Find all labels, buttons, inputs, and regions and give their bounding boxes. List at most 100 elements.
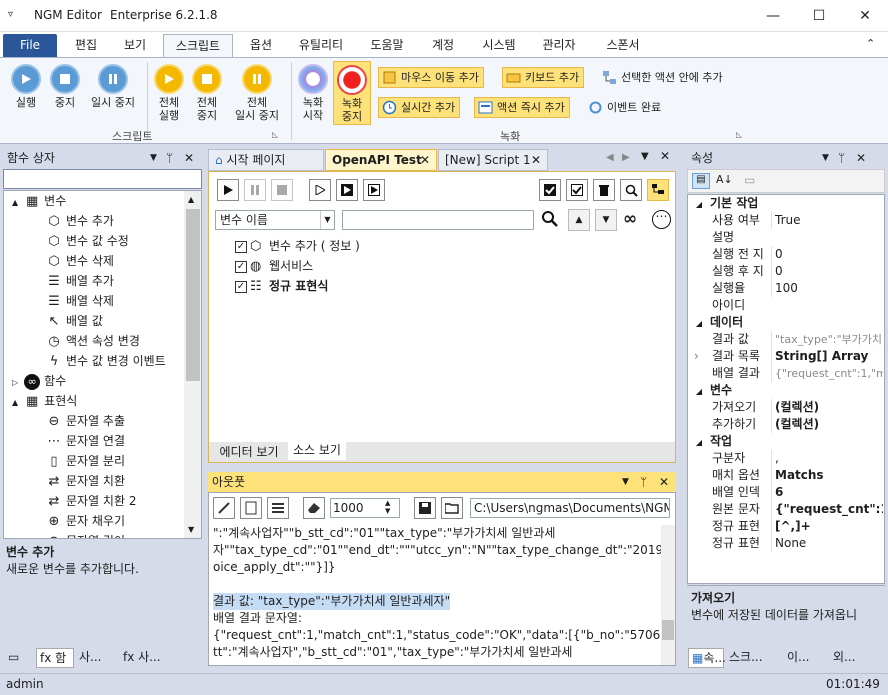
expand-icon[interactable]: ▷ [12, 378, 18, 387]
search-field-dropdown[interactable]: 변수 이름 ▼ [215, 210, 335, 230]
search-icon[interactable] [541, 210, 559, 232]
tab-properties[interactable]: ▦속... [688, 648, 726, 668]
property-row[interactable]: 가져오기 (컬렉션) [688, 399, 883, 416]
tab-admin[interactable]: 관리자 [534, 34, 584, 57]
collapse-icon[interactable]: ◢ [688, 315, 710, 332]
property-category[interactable]: ◢ 작업 [688, 433, 883, 450]
tab-user-functions[interactable]: fx 사... [120, 648, 170, 668]
run-selection-button[interactable] [363, 179, 385, 201]
tab-list-icon[interactable]: ▼ [641, 151, 649, 162]
pause-button[interactable] [244, 179, 266, 201]
tab-view[interactable]: 보기 [114, 34, 156, 57]
step-button[interactable] [309, 179, 331, 201]
property-row[interactable]: 사용 여부 True [688, 212, 883, 229]
tree-item[interactable]: ⬡ 변수 삭제 [46, 251, 114, 271]
tab-source-view[interactable]: 소스 보기 [288, 442, 346, 460]
close-button[interactable]: ✕ [842, 0, 888, 32]
property-value[interactable]: None [771, 535, 883, 552]
expand-icon[interactable]: ▲ [12, 398, 18, 407]
system-menu-icon[interactable]: ▿ [8, 9, 13, 20]
checkbox[interactable]: ✓ [235, 280, 247, 293]
close-editor-icon[interactable]: ✕ [660, 149, 670, 163]
tree-item[interactable]: ⊕ 문자 채우기 [46, 511, 125, 531]
close-pane-icon[interactable]: ✕ [184, 148, 194, 168]
collapse-icon[interactable]: ◢ [688, 434, 710, 451]
tab-script-panel[interactable]: 스크... [726, 648, 780, 668]
tree-item[interactable]: ▲ ▦ 표현식 [12, 391, 77, 411]
play-button[interactable] [217, 179, 239, 201]
property-category[interactable]: ◢ 데이터 [688, 314, 883, 331]
tree-item[interactable]: ⊕ 문자열 길이 [46, 531, 125, 539]
tree-item[interactable]: ▲ ▦ 변수 [12, 191, 66, 211]
stop-button[interactable] [271, 179, 293, 201]
property-row[interactable]: 설명 [688, 229, 883, 246]
property-row[interactable]: 실행율 100 [688, 280, 883, 297]
property-row[interactable]: 원본 문자 {"request_cnt":1," [688, 501, 883, 518]
tree-item[interactable]: ⊖ 문자열 추출 [46, 411, 125, 431]
tab-help[interactable]: 도움말 [362, 34, 412, 57]
tree-scrollbar[interactable]: ▲ ▼ [184, 191, 201, 538]
pin-icon[interactable]: ᛘ [166, 148, 173, 168]
add-action-now-button[interactable]: 액션 즉시 추가 [474, 97, 570, 118]
stop-button[interactable]: 중지 [48, 64, 82, 109]
scroll-up-icon[interactable]: ▲ [188, 195, 194, 204]
tree-item[interactable]: ▷ ∞ 함수 [12, 371, 66, 391]
property-row[interactable]: 아이디 [688, 297, 883, 314]
minimize-button[interactable]: — [750, 0, 796, 32]
tab-account[interactable]: 계정 [422, 34, 464, 57]
tab-user[interactable]: 사... [76, 648, 120, 668]
property-category[interactable]: ◢ 기본 작업 [688, 195, 883, 212]
delete-button[interactable] [593, 179, 615, 201]
tab-image[interactable]: 이... [784, 648, 828, 668]
tree-item[interactable]: ▯ 문자열 분리 [46, 451, 125, 471]
categorized-icon[interactable]: ▤ [692, 173, 710, 189]
tree-item[interactable]: ◷ 액션 속성 변경 [46, 331, 140, 351]
property-row[interactable]: 실행 전 지 0 [688, 246, 883, 263]
dialog-launcher-icon[interactable]: ◺ [736, 130, 742, 139]
close-pane-icon[interactable]: ✕ [856, 148, 866, 168]
script-item[interactable]: ✓ ☷ 정규 표현식 [235, 276, 328, 296]
function-search-input[interactable] [3, 169, 202, 189]
tree-item[interactable]: ⇄ 문자열 치환 [46, 471, 125, 491]
add-mouse-move-button[interactable]: 마우스 이동 추가 [378, 67, 484, 88]
pause-button[interactable]: 일시 중지 [84, 64, 142, 109]
checkbox[interactable]: ✓ [235, 260, 247, 273]
collapse-icon[interactable]: ◢ [688, 196, 710, 213]
dropdown-icon[interactable]: ▼ [150, 148, 157, 168]
property-row[interactable]: 배열 결과 {"request_cnt":1,"ma [688, 365, 883, 382]
stepper-arrows-icon[interactable]: ▲ ▼ [385, 499, 390, 515]
add-in-action-button[interactable]: 선택한 액션 안에 추가 [598, 67, 728, 88]
tab-edit[interactable]: 편집 [65, 34, 107, 57]
dropdown-icon[interactable]: ▼ [822, 148, 829, 168]
property-value[interactable]: 0 [771, 246, 883, 263]
sort-alpha-icon[interactable]: A↓ [716, 173, 733, 186]
property-value[interactable]: 6 [771, 484, 883, 501]
tab-functions[interactable]: fx 함 [36, 648, 74, 668]
loop-icon[interactable]: ∞ [623, 209, 637, 229]
erase-button[interactable] [303, 497, 325, 519]
run-from-button[interactable] [336, 179, 358, 201]
property-row[interactable]: 매치 옵션 Matchs [688, 467, 883, 484]
tab-editor-view[interactable]: 에디터 보기 [212, 444, 286, 462]
collapse-icon[interactable]: ◢ [688, 383, 710, 400]
output-scrollbar[interactable] [661, 525, 675, 665]
expand-icon[interactable]: ▲ [12, 198, 18, 207]
tree-item[interactable]: ⋯ 문자열 연결 [46, 431, 126, 451]
tree-item[interactable]: ☰ 배열 삭제 [46, 291, 114, 311]
search-input[interactable] [342, 210, 534, 230]
tree-item[interactable]: ⬡ 변수 값 수정 [46, 231, 129, 251]
record-start-button[interactable]: 녹화 시작 [296, 64, 330, 122]
tree-item[interactable]: ϟ 변수 값 변경 이벤트 [46, 351, 166, 371]
tab-start-page[interactable]: ⌂ 시작 페이지 [208, 149, 324, 171]
tab-more[interactable] [172, 648, 200, 668]
property-category[interactable]: ◢ 변수 [688, 382, 883, 399]
next-result-button[interactable]: ▼ [595, 209, 617, 231]
property-value[interactable]: [^,]+ [771, 518, 883, 535]
close-pane-icon[interactable]: ✕ [659, 472, 669, 492]
wrap-output-button[interactable] [267, 497, 289, 519]
tab-sponsor[interactable]: 스폰서 [598, 34, 648, 57]
tree-item[interactable]: ⬡ 변수 추가 [46, 211, 114, 231]
tab-script[interactable]: 스크립트 [163, 34, 233, 57]
tree-item[interactable]: ☰ 배열 추가 [46, 271, 114, 291]
property-value[interactable]: (컬렉션) [771, 416, 883, 433]
